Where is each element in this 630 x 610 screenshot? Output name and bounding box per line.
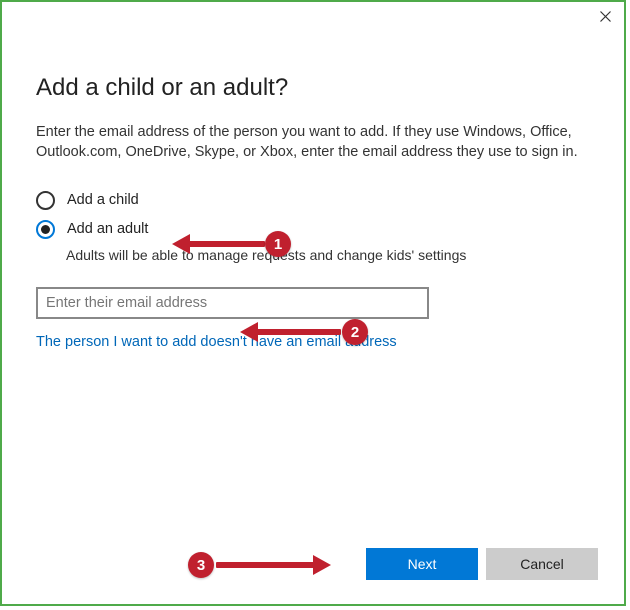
- radio-label: Add a child: [67, 192, 139, 208]
- no-email-link[interactable]: The person I want to add doesn't have an…: [36, 334, 397, 350]
- radio-add-adult[interactable]: Add an adult: [36, 220, 590, 239]
- radio-icon: [36, 191, 55, 210]
- radio-icon: [36, 220, 55, 239]
- email-field[interactable]: [36, 287, 429, 319]
- dialog-window: Add a child or an adult? Enter the email…: [0, 0, 626, 606]
- dialog-content: Add a child or an adult? Enter the email…: [2, 30, 624, 351]
- dialog-description: Enter the email address of the person yo…: [36, 122, 590, 163]
- titlebar: [2, 2, 624, 30]
- dialog-title: Add a child or an adult?: [36, 74, 590, 102]
- radio-add-child[interactable]: Add a child: [36, 191, 590, 210]
- cancel-button[interactable]: Cancel: [486, 548, 598, 580]
- close-icon[interactable]: [596, 7, 614, 25]
- button-bar: Next Cancel: [366, 548, 598, 580]
- radio-label: Add an adult: [67, 221, 148, 237]
- adult-subtext: Adults will be able to manage requests a…: [66, 247, 590, 263]
- annotation-badge-3: 3: [188, 552, 214, 578]
- next-button[interactable]: Next: [366, 548, 478, 580]
